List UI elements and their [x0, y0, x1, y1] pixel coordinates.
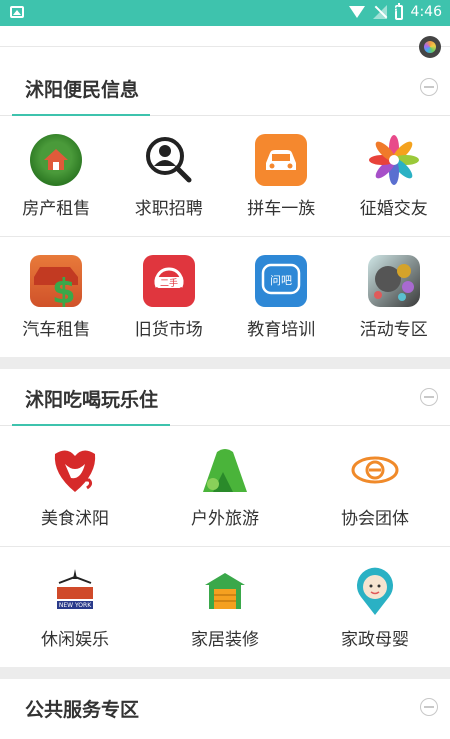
grid-item-label: 求职招聘 [135, 194, 203, 219]
section-grid: 房产租售 求职招聘 拼车一族 [0, 116, 450, 237]
collapse-icon[interactable] [420, 698, 438, 716]
section-title-underline [12, 424, 170, 426]
svg-text:$: $ [52, 272, 76, 307]
status-bar: 4:46 [0, 0, 450, 26]
baby-location-icon [349, 565, 401, 617]
section-title: 沭阳便民信息 [25, 75, 139, 102]
food-mouth-icon [49, 444, 101, 496]
section-grid-row2: NEW YORK 休闲娱乐 家居装修 家政母婴 [0, 547, 450, 667]
grid-item-outdoor[interactable]: 户外旅游 [150, 426, 300, 547]
leisure-icon-text: NEW YORK [59, 602, 92, 609]
edu-icon-text: 问吧 [270, 274, 292, 287]
section-convenience-info: 沭阳便民信息 房产租售 求职招聘 拼车一族 [0, 59, 450, 357]
section-title-underline [12, 114, 150, 116]
top-spacer [0, 26, 450, 59]
grid-item-label: 教育培训 [247, 315, 315, 340]
grid-item-label: 活动专区 [360, 315, 428, 340]
collapse-icon[interactable] [420, 78, 438, 96]
secondhand-text: 二手 [160, 277, 178, 289]
section-title: 沭阳吃喝玩乐住 [25, 385, 158, 412]
grid-item-label: 户外旅游 [191, 504, 259, 529]
section-public-service: 公共服务专区 [0, 679, 450, 739]
car-icon [255, 134, 307, 186]
grid-item-label: 休闲娱乐 [41, 625, 109, 650]
grid-item-education[interactable]: 问吧 教育培训 [225, 237, 338, 357]
section-header: 沭阳吃喝玩乐住 [0, 369, 450, 426]
grid-item-label: 家居装修 [191, 625, 259, 650]
grid-item-activity[interactable]: 活动专区 [338, 237, 450, 357]
section-grid-row2: $ 汽车租售 二手 旧货市场 问吧 教育培训 活动专区 [0, 237, 450, 357]
grid-item-label: 旧货市场 [135, 315, 203, 340]
house-icon [30, 134, 82, 186]
battery-icon [395, 5, 403, 20]
signal-icon [373, 5, 387, 19]
job-search-icon [143, 134, 195, 186]
statue-liberty-icon: NEW YORK [49, 565, 101, 617]
color-wheel-icon [424, 41, 436, 53]
activity-bubbles-icon [368, 255, 420, 307]
grid-item-car-rental[interactable]: $ 汽车租售 [0, 237, 113, 357]
grid-item-label: 协会团体 [341, 504, 409, 529]
mountain-tent-icon [199, 444, 251, 496]
grid-item-association[interactable]: 协会团体 [300, 426, 450, 547]
grid-item-jobs[interactable]: 求职招聘 [113, 116, 226, 237]
grid-item-dating[interactable]: 征婚交友 [338, 116, 450, 237]
grid-item-leisure[interactable]: NEW YORK 休闲娱乐 [0, 547, 150, 667]
grid-item-used-market[interactable]: 二手 旧货市场 [113, 237, 226, 357]
grid-item-home-decor[interactable]: 家居装修 [150, 547, 300, 667]
question-bar-icon: 问吧 [255, 255, 307, 307]
collapse-icon[interactable] [420, 388, 438, 406]
section-header: 公共服务专区 [0, 679, 450, 735]
status-time: 4:46 [411, 4, 442, 20]
grid-item-label: 美食沭阳 [41, 504, 109, 529]
garage-icon [199, 565, 251, 617]
grid-item-carpool[interactable]: 拼车一族 [225, 116, 338, 237]
grid-item-housekeeping[interactable]: 家政母婴 [300, 547, 450, 667]
association-eye-icon [349, 444, 401, 496]
grid-item-label: 家政母婴 [341, 625, 409, 650]
grid-item-house[interactable]: 房产租售 [0, 116, 113, 237]
wifi-icon [349, 6, 365, 18]
section-header: 沭阳便民信息 [0, 59, 450, 116]
floating-menu-button[interactable] [419, 36, 441, 58]
flower-people-icon [368, 134, 420, 186]
grid-item-food[interactable]: 美食沭阳 [0, 426, 150, 547]
grid-item-label: 拼车一族 [247, 194, 315, 219]
section-grid: 美食沭阳 户外旅游 协会团体 [0, 426, 450, 547]
section-title: 公共服务专区 [25, 695, 139, 722]
image-notification-icon [10, 6, 24, 18]
grid-item-label: 汽车租售 [22, 315, 90, 340]
grid-item-label: 房产租售 [22, 194, 90, 219]
car-dollar-icon: $ [30, 255, 82, 307]
section-food-fun: 沭阳吃喝玩乐住 美食沭阳 户外旅游 协会团体 NEW YORK [0, 369, 450, 667]
grid-item-label: 征婚交友 [360, 194, 428, 219]
secondhand-icon: 二手 [143, 255, 195, 307]
